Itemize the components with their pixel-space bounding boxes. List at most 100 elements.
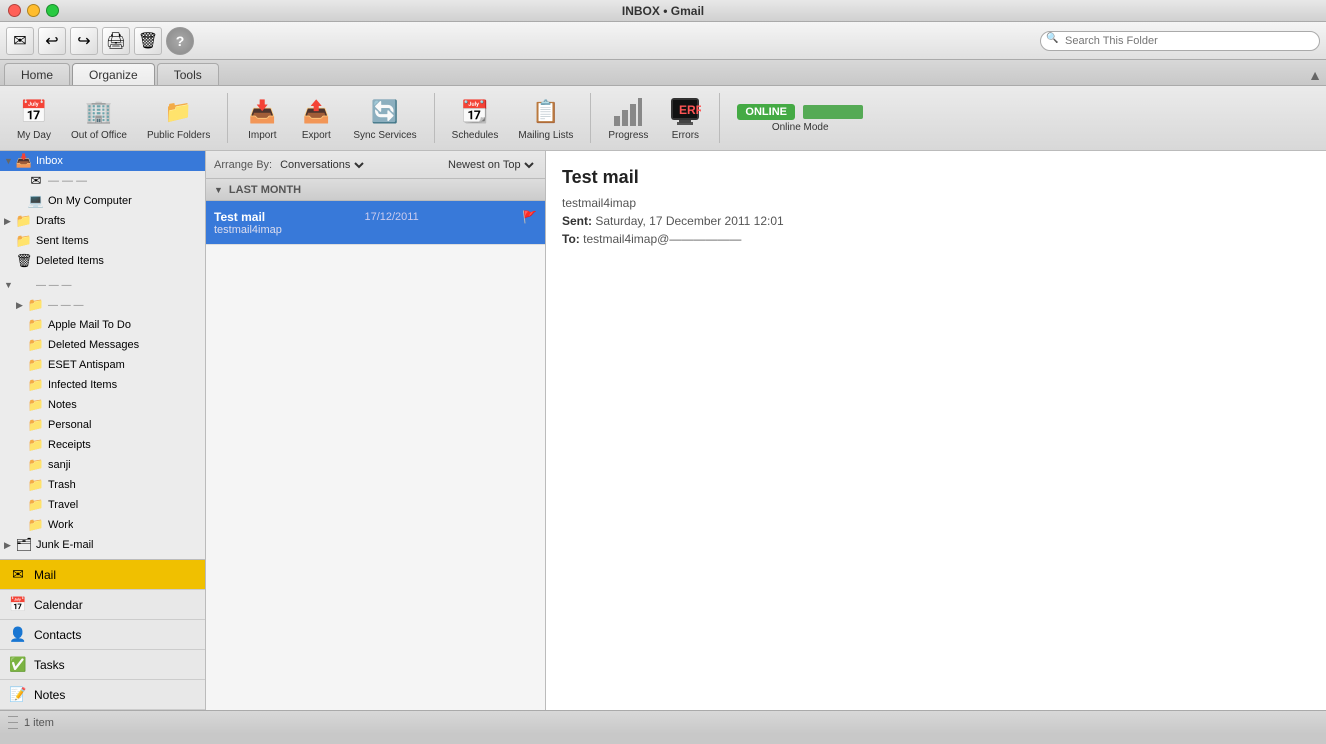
nav-item-notes[interactable]: 📝 Notes — [0, 680, 205, 710]
sidebar-item-sent-items[interactable]: 📁 Sent Items — [0, 231, 205, 251]
ribbon-online-mode[interactable]: ONLINE Online Mode — [730, 90, 870, 146]
separator-4 — [719, 93, 720, 143]
email-from: testmail4imap — [562, 196, 1310, 210]
ribbon-my-day[interactable]: 📅 My Day — [10, 90, 58, 146]
ribbon-public-folders[interactable]: 📁 Public Folders — [140, 90, 217, 146]
separator-3 — [590, 93, 591, 143]
nav-item-contacts[interactable]: 👤 Contacts — [0, 620, 205, 650]
mailing-lists-icon: 📋 — [530, 96, 562, 128]
ribbon-import[interactable]: 📥 Import — [238, 90, 286, 146]
sidebar-item-travel[interactable]: 📁 Travel — [0, 495, 205, 515]
gmail-icon: ✉ — [28, 173, 44, 189]
window-title: INBOX • Gmail — [622, 4, 704, 18]
reading-pane: Test mail testmail4imap Sent: Saturday, … — [546, 151, 1326, 710]
out-of-office-icon: 🏢 — [83, 96, 115, 128]
receipts-label: Receipts — [48, 439, 91, 451]
tasks-nav-icon: ✅ — [8, 655, 28, 675]
close-button[interactable] — [8, 4, 21, 17]
sidebar-item-infected[interactable]: 📁 Infected Items — [0, 375, 205, 395]
junk-icon: 🗂 — [16, 537, 32, 553]
nav-item-calendar[interactable]: 📅 Calendar — [0, 590, 205, 620]
sidebar-item-drafts[interactable]: ▶ 📁 Drafts — [0, 211, 205, 231]
ribbon-sync-services[interactable]: 🔄 Sync Services — [346, 90, 423, 146]
sidebar-item-deleted-items[interactable]: 🗑 Deleted Items — [0, 251, 205, 271]
deleted-label: Deleted Items — [36, 255, 104, 267]
online-status-bar: ONLINE — [737, 104, 863, 120]
deleted-icon: 🗑 — [16, 253, 32, 269]
sub-arrow: ▶ — [16, 300, 28, 311]
sidebar-item-deleted-messages[interactable]: 📁 Deleted Messages — [0, 335, 205, 355]
eset-icon: 📁 — [28, 357, 44, 373]
minimize-button[interactable] — [27, 4, 40, 17]
email-subject: Test mail — [562, 167, 1310, 188]
message-list: Arrange By: Conversations Date From Subj… — [206, 151, 546, 710]
message-row-top: Test mail 17/12/2011 🚩 — [214, 210, 537, 224]
sanji-label: sanji — [48, 459, 71, 471]
sidebar-item-eset[interactable]: 📁 ESET Antispam — [0, 355, 205, 375]
tab-organize[interactable]: Organize — [72, 63, 155, 85]
sidebar-item-on-my-computer[interactable]: 💻 On My Computer — [0, 191, 205, 211]
newest-select[interactable]: Newest on Top Oldest on Top — [444, 158, 537, 172]
maximize-button[interactable] — [46, 4, 59, 17]
eset-label: ESET Antispam — [48, 359, 125, 371]
ribbon-export[interactable]: 📤 Export — [292, 90, 340, 146]
search-input[interactable] — [1040, 31, 1320, 51]
ribbon-errors[interactable]: ERR Errors — [661, 90, 709, 146]
message-subject: testmail4imap — [214, 224, 537, 236]
sidebar-item-apple-mail-todo[interactable]: 📁 Apple Mail To Do — [0, 315, 205, 335]
account-icon — [16, 277, 32, 293]
sidebar-item-junk[interactable]: ▶ 🗂 Junk E-mail — [0, 535, 205, 555]
tab-tools[interactable]: Tools — [157, 63, 219, 85]
separator-1 — [227, 93, 228, 143]
search-wrapper — [1040, 31, 1320, 51]
message-date: 17/12/2011 — [364, 211, 418, 223]
schedules-icon: 📆 — [459, 96, 491, 128]
ribbon-progress[interactable]: Progress — [601, 90, 655, 146]
sidebar-item-sub-account[interactable]: ▶ 📁 — — — — [0, 295, 205, 315]
sync-services-icon: 🔄 — [369, 96, 401, 128]
print-icon[interactable]: 🖨 — [102, 27, 130, 55]
help-icon[interactable]: ? — [166, 27, 194, 55]
contacts-nav-label: Contacts — [34, 628, 81, 642]
inbox-label: Inbox — [36, 155, 63, 167]
sidebar-item-sanji[interactable]: 📁 sanji — [0, 455, 205, 475]
grip-line — [8, 728, 18, 729]
arrange-bar: Arrange By: Conversations Date From Subj… — [206, 151, 545, 179]
omc-icon: 💻 — [28, 193, 44, 209]
delete-icon[interactable]: 🗑 — [134, 27, 162, 55]
collapse-ribbon-button[interactable]: ▲ — [1308, 67, 1322, 83]
section-arrow: ▼ — [214, 185, 223, 195]
calendar-nav-label: Calendar — [34, 598, 83, 612]
search-container — [1040, 31, 1320, 51]
sidebar-item-receipts[interactable]: 📁 Receipts — [0, 435, 205, 455]
sidebar-item-account-group[interactable]: ▼ — — — — [0, 275, 205, 295]
toolbar: ✉ ↩ ↪ 🖨 🗑 ? — [0, 22, 1326, 60]
nav-item-mail[interactable]: ✉ Mail — [0, 560, 205, 590]
trash-icon: 📁 — [28, 477, 44, 493]
sidebar-item-notes-folder[interactable]: 📁 Notes — [0, 395, 205, 415]
undo-icon[interactable]: ↩ — [38, 27, 66, 55]
new-message-icon[interactable]: ✉ — [6, 27, 34, 55]
sidebar-item-gmail[interactable]: ✉ — — — — [0, 171, 205, 191]
ribbon-mailing-lists[interactable]: 📋 Mailing Lists — [511, 90, 580, 146]
item-count: 1 item — [24, 717, 54, 729]
notes-nav-icon: 📝 — [8, 685, 28, 705]
tab-home[interactable]: Home — [4, 63, 70, 85]
nav-item-tasks[interactable]: ✅ Tasks — [0, 650, 205, 680]
import-icon: 📥 — [246, 96, 278, 128]
separator-2 — [434, 93, 435, 143]
main-layout: ▼ 📥 Inbox ✉ — — — 💻 On My Computer ▶ 📁 D… — [0, 151, 1326, 710]
ribbon-schedules[interactable]: 📆 Schedules — [445, 90, 506, 146]
sidebar-item-work[interactable]: 📁 Work — [0, 515, 205, 535]
ribbon-out-of-office[interactable]: 🏢 Out of Office — [64, 90, 134, 146]
infected-icon: 📁 — [28, 377, 44, 393]
message-row[interactable]: Test mail 17/12/2011 🚩 testmail4imap — [206, 201, 545, 245]
sidebar-item-trash[interactable]: 📁 Trash — [0, 475, 205, 495]
redo-icon[interactable]: ↪ — [70, 27, 98, 55]
account-arrow: ▼ — [4, 280, 16, 290]
sidebar-item-inbox[interactable]: ▼ 📥 Inbox — [0, 151, 205, 171]
progress-icon — [612, 96, 644, 128]
sidebar-item-personal[interactable]: 📁 Personal — [0, 415, 205, 435]
arrange-select[interactable]: Conversations Date From Subject — [276, 158, 367, 172]
status-grip — [8, 714, 18, 732]
